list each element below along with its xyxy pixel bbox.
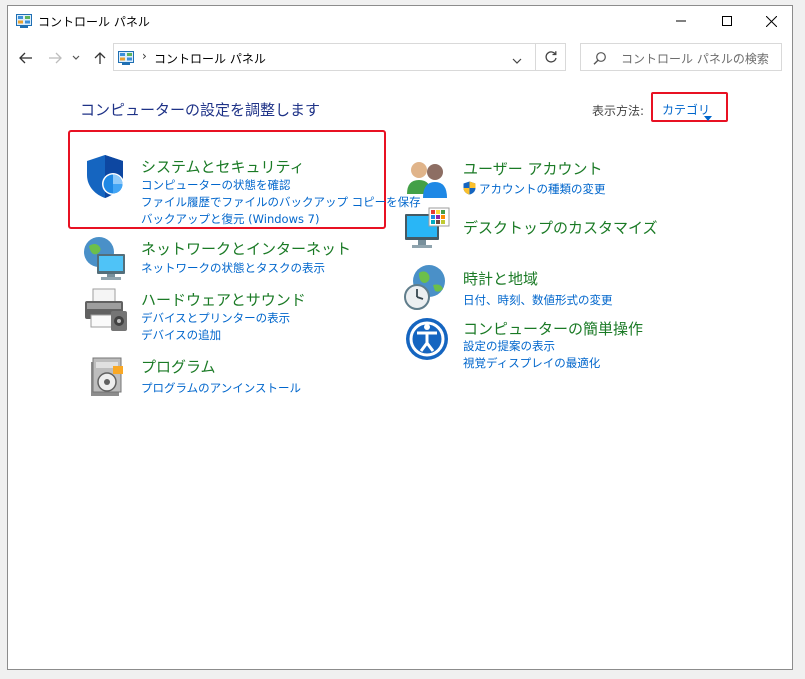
- programs-icon[interactable]: [81, 352, 129, 400]
- close-icon: [765, 15, 777, 27]
- category-user-accounts: ユーザー アカウント アカウントの種類の変更: [403, 154, 763, 202]
- address-bar[interactable]: › コントロール パネル: [113, 43, 536, 71]
- breadcrumb-control-panel[interactable]: コントロール パネル: [154, 50, 266, 67]
- category-title-user-accounts[interactable]: ユーザー アカウント: [463, 158, 602, 179]
- arrow-right-icon: [49, 52, 62, 64]
- desktop-monitor-icon[interactable]: [403, 206, 451, 254]
- chevron-down-icon: [72, 55, 80, 60]
- control-panel-icon: [16, 13, 32, 32]
- link-add-device[interactable]: デバイスの追加: [141, 327, 221, 343]
- arrow-left-icon: [19, 52, 32, 64]
- arrow-up-icon: [94, 52, 106, 64]
- minimize-button[interactable]: [658, 6, 704, 36]
- refresh-icon: [544, 51, 557, 63]
- ease-of-access-icon[interactable]: [403, 313, 451, 361]
- up-button[interactable]: [90, 48, 110, 68]
- close-button[interactable]: [748, 6, 794, 36]
- category-title-network-internet[interactable]: ネットワークとインターネット: [141, 238, 351, 259]
- link-backup-restore-win7[interactable]: バックアップと復元 (Windows 7): [141, 211, 319, 227]
- category-network-internet: ネットワークとインターネット ネットワークの状態とタスクの表示: [81, 234, 381, 282]
- link-suggested-settings[interactable]: 設定の提案の表示: [463, 338, 555, 354]
- security-shield-icon[interactable]: [81, 152, 129, 200]
- category-title-programs[interactable]: プログラム: [141, 356, 216, 377]
- users-icon[interactable]: [403, 154, 451, 202]
- link-check-computer-status[interactable]: コンピューターの状態を確認: [141, 177, 291, 193]
- caret-down-icon[interactable]: [704, 106, 712, 125]
- page-title: コンピューターの設定を調整します: [80, 101, 321, 119]
- category-clock-region: 時計と地域 日付、時刻、数値形式の変更: [403, 263, 763, 311]
- link-date-time-number-format[interactable]: 日付、時刻、数値形式の変更: [463, 292, 613, 308]
- uac-shield-icon: [463, 180, 476, 199]
- back-button[interactable]: [16, 48, 36, 68]
- link-uninstall-program[interactable]: プログラムのアンインストール: [141, 380, 301, 396]
- control-panel-window: コントロール パネル › コントロール パネル コントロール パネルの検索 コン…: [7, 5, 793, 670]
- category-ease-of-access: コンピューターの簡単操作 設定の提案の表示 視覚ディスプレイの最適化: [403, 313, 763, 371]
- search-icon: [593, 50, 607, 69]
- view-by-label: 表示方法:: [592, 104, 645, 118]
- category-title-hardware-sound[interactable]: ハードウェアとサウンド: [141, 289, 306, 310]
- search-placeholder: コントロール パネルの検索: [621, 52, 769, 66]
- link-optimize-visual-display[interactable]: 視覚ディスプレイの最適化: [463, 355, 600, 371]
- category-title-appearance[interactable]: デスクトップのカスタマイズ: [463, 217, 658, 238]
- category-appearance: デスクトップのカスタマイズ: [403, 206, 763, 254]
- clock-globe-icon[interactable]: [403, 263, 451, 311]
- view-by-highlight: カテゴリ: [651, 92, 728, 122]
- navigation-bar: › コントロール パネル コントロール パネルの検索: [8, 42, 792, 74]
- address-dropdown-button[interactable]: [512, 50, 522, 69]
- recent-locations-button[interactable]: [70, 48, 82, 68]
- view-by-dropdown[interactable]: カテゴリ: [662, 101, 710, 118]
- link-devices-printers[interactable]: デバイスとプリンターの表示: [141, 310, 290, 326]
- search-input[interactable]: コントロール パネルの検索: [580, 43, 782, 71]
- maximize-button[interactable]: [704, 6, 750, 36]
- network-globe-icon[interactable]: [81, 234, 129, 282]
- refresh-button[interactable]: [536, 43, 566, 71]
- maximize-icon: [722, 16, 732, 26]
- control-panel-icon: [118, 50, 134, 69]
- category-title-clock-region[interactable]: 時計と地域: [463, 268, 538, 289]
- link-network-status-tasks[interactable]: ネットワークの状態とタスクの表示: [141, 260, 325, 276]
- category-programs: プログラム プログラムのアンインストール: [81, 352, 381, 400]
- forward-button[interactable]: [45, 48, 65, 68]
- link-change-account-type[interactable]: アカウントの種類の変更: [479, 181, 606, 197]
- category-title-ease-of-access[interactable]: コンピューターの簡単操作: [463, 318, 643, 339]
- category-system-security: システムとセキュリティ コンピューターの状態を確認 ファイル履歴でファイルのバッ…: [81, 152, 421, 227]
- title-bar[interactable]: コントロール パネル: [8, 6, 792, 36]
- category-title-system-security[interactable]: システムとセキュリティ: [141, 156, 305, 177]
- window-title: コントロール パネル: [38, 15, 150, 29]
- chevron-down-icon: [512, 58, 522, 64]
- link-file-history-backup[interactable]: ファイル履歴でファイルのバックアップ コピーを保存: [141, 194, 421, 210]
- minimize-icon: [676, 20, 686, 22]
- category-hardware-sound: ハードウェアとサウンド デバイスとプリンターの表示 デバイスの追加: [81, 285, 381, 347]
- printer-icon[interactable]: [81, 285, 129, 333]
- breadcrumb-separator[interactable]: ›: [142, 49, 147, 63]
